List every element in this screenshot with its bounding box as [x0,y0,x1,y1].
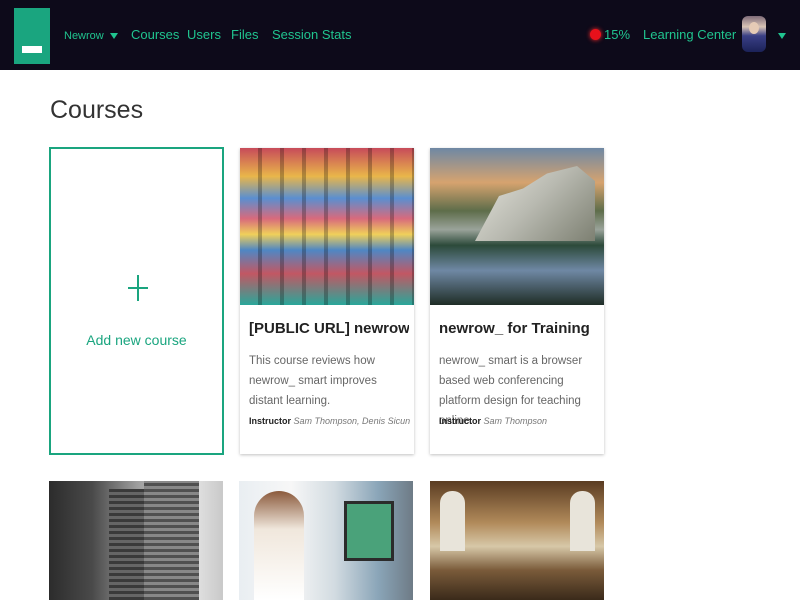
user-menu-toggle[interactable] [778,27,786,42]
add-new-course-card[interactable]: Add new course [49,147,224,455]
course-card[interactable]: [PUBLIC URL] newrow_ sm... This course r… [240,148,414,454]
chevron-down-icon [109,33,118,40]
course-title: [PUBLIC URL] newrow_ sm... [249,320,409,337]
plus-icon [128,275,148,301]
course-thumbnail[interactable] [239,481,413,600]
learning-center-dropdown[interactable]: Learning Center [643,27,755,42]
recording-dot-icon [590,29,601,40]
instructor-names: Sam Thompson, Denis Sicun [293,416,411,426]
course-thumbnail[interactable] [49,481,223,600]
brand-menu-dropdown[interactable]: Newrow [64,30,118,42]
course-instructors: Instructor Sam Thompson [439,416,599,426]
instructor-label: Instructor [249,416,292,426]
learning-center-label: Learning Center [643,27,737,42]
instructor-names: Sam Thompson [483,416,548,426]
brand-menu-label: Newrow [64,30,104,42]
course-thumbnail[interactable] [430,481,604,600]
course-thumbnail [430,148,604,305]
instructor-label: Instructor [439,416,482,426]
course-description: This course reviews how newrow_ smart im… [249,355,377,407]
user-avatar[interactable] [742,16,766,52]
top-navbar: Newrow Courses Users Files Session Stats… [0,0,800,70]
course-thumbnail [240,148,414,305]
add-new-course-label: Add new course [86,332,187,348]
newrow-logo[interactable] [14,8,50,64]
chevron-down-icon [778,32,786,39]
page-title: Courses [50,96,144,124]
nav-link-session-stats[interactable]: Session Stats [272,27,352,42]
course-title: newrow_ for Training [439,320,590,337]
nav-link-courses[interactable]: Courses [131,27,179,42]
nav-link-users[interactable]: Users [187,27,221,42]
course-instructors: Instructor Sam Thompson, Denis Sicun [249,416,411,426]
nav-link-files[interactable]: Files [231,27,258,42]
course-card[interactable]: newrow_ for Training newrow_ smart is a … [430,148,604,454]
recording-percent: 15% [604,27,631,42]
